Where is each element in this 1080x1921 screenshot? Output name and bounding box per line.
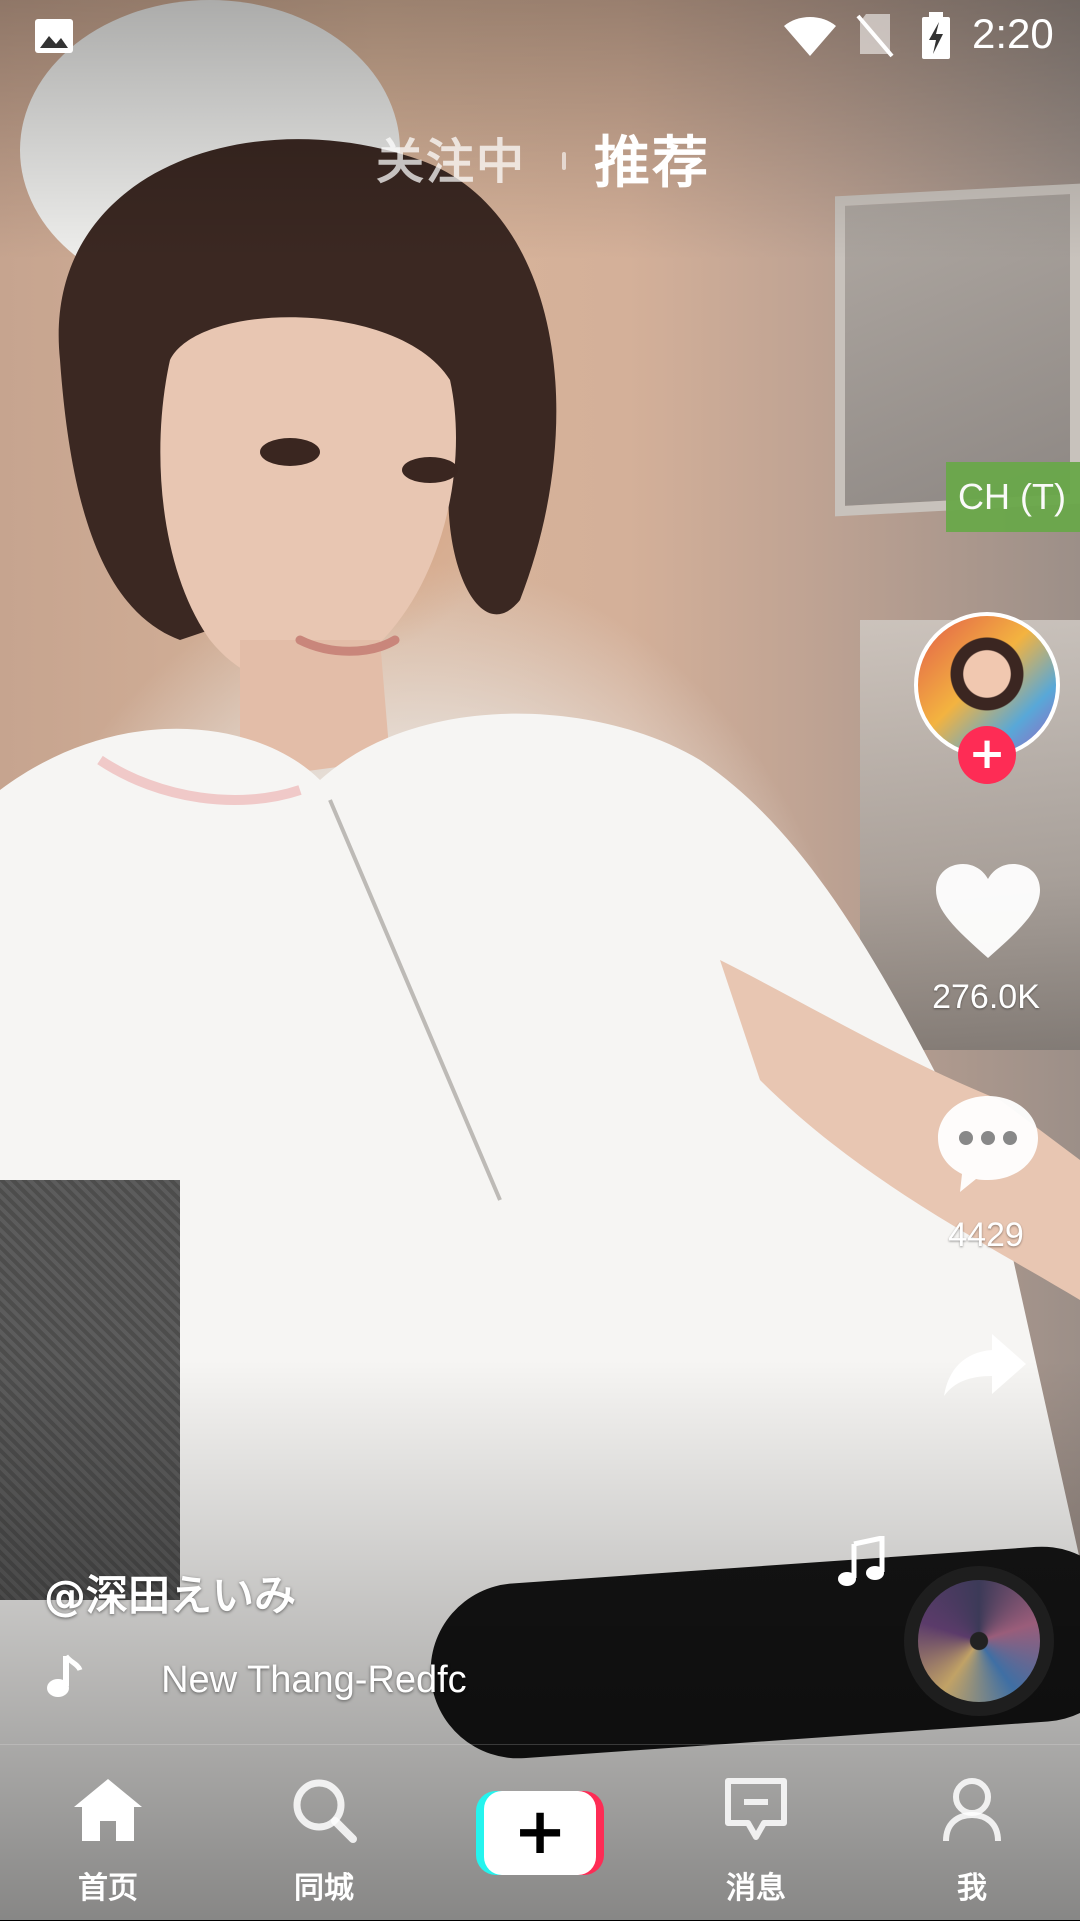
music-note-icon — [44, 1654, 84, 1704]
wifi-icon — [782, 12, 838, 62]
overlay-badge[interactable]: CH (T) — [946, 462, 1080, 532]
gallery-icon — [34, 18, 74, 58]
music-title: New Thang-Redfc — [161, 1659, 467, 1701]
search-icon — [291, 1777, 357, 1847]
nav-nearby-label: 同城 — [294, 1871, 354, 1906]
status-bar: 2:20 — [0, 0, 1080, 72]
bottom-navigation: 首页 同城 + 消息 我 — [0, 1744, 1080, 1921]
like-count: 276.0K — [932, 978, 1040, 1016]
tab-recommend[interactable]: 推荐 — [594, 118, 710, 199]
follow-plus-icon[interactable]: + — [958, 726, 1016, 784]
feed-tabs: 关注中 推荐 — [0, 118, 1080, 198]
tab-divider — [562, 152, 566, 170]
music-disc[interactable] — [904, 1566, 1054, 1716]
status-time: 2:20 — [972, 10, 1054, 57]
no-sim-icon — [856, 12, 894, 62]
add-icon: + — [484, 1791, 596, 1875]
music-info[interactable]: edfooNew Thang-Redfc — [44, 1650, 604, 1710]
nav-me[interactable]: 我 — [892, 1745, 1052, 1921]
profile-icon — [942, 1777, 1002, 1847]
nav-me-label: 我 — [957, 1871, 987, 1906]
message-icon — [724, 1777, 788, 1847]
music-title-marquee: edfooNew Thang-Redfc — [124, 1650, 630, 1710]
nav-messages-label: 消息 — [726, 1871, 786, 1906]
heart-icon[interactable] — [934, 862, 1042, 964]
comment-icon[interactable] — [934, 1092, 1042, 1200]
comment-count: 4429 — [948, 1216, 1024, 1254]
add-video-button[interactable]: + — [476, 1791, 604, 1875]
share-arrow-icon[interactable] — [942, 1330, 1028, 1404]
nav-home-label: 首页 — [78, 1871, 138, 1906]
nav-home[interactable]: 首页 — [28, 1745, 188, 1921]
nav-messages[interactable]: 消息 — [676, 1745, 836, 1921]
creator-username[interactable]: @深田えいみ — [44, 1562, 296, 1623]
floating-music-note-icon — [836, 1534, 886, 1592]
battery-charging-icon — [920, 12, 952, 64]
home-icon — [72, 1777, 144, 1847]
tab-following[interactable]: 关注中 — [376, 122, 526, 192]
nav-nearby[interactable]: 同城 — [244, 1745, 404, 1921]
